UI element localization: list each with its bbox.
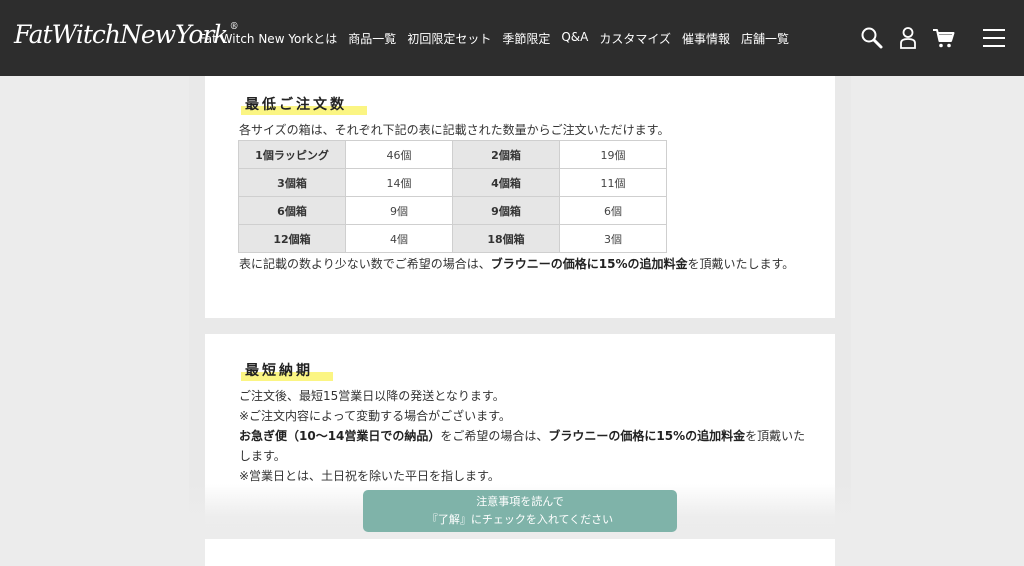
table-cell-value: 11個 bbox=[559, 168, 667, 197]
table-cell-value: 46個 bbox=[345, 140, 453, 169]
nav-item-products[interactable]: 商品一覧 bbox=[348, 30, 396, 47]
table-cell-label: 1個ラッピング bbox=[238, 140, 346, 169]
menu-icon[interactable] bbox=[980, 24, 1008, 52]
nav-item-seasonal[interactable]: 季節限定 bbox=[502, 30, 550, 47]
lead-time-line: ご注文後、最短15営業日以降の発送となります。 bbox=[239, 389, 505, 403]
read-notice-button[interactable]: 注意事項を読んで 『了解』にチェックを入れてください bbox=[363, 490, 677, 532]
table-cell-value: 3個 bbox=[559, 224, 667, 253]
lead-time-line: お急ぎ便（10〜14営業日での納品）をご希望の場合は、ブラウニーの価格に15%の… bbox=[239, 429, 806, 463]
nav-item-first-set[interactable]: 初回限定セット bbox=[407, 30, 491, 47]
nav-item-about[interactable]: Fat Witch New Yorkとは bbox=[199, 30, 337, 47]
min-order-section: 最低ご注文数 各サイズの箱は、それぞれ下記の表に記載された数量からご注文いただけ… bbox=[205, 76, 835, 318]
main-nav: Fat Witch New Yorkとは 商品一覧 初回限定セット 季節限定 Q… bbox=[199, 30, 789, 47]
nav-item-qa[interactable]: Q&A bbox=[561, 30, 588, 47]
table-row: 1個ラッピング 46個 2個箱 19個 bbox=[238, 140, 667, 169]
nav-item-customize[interactable]: カスタマイズ bbox=[599, 30, 671, 47]
nav-item-events[interactable]: 催事情報 bbox=[682, 30, 730, 47]
nav-item-stores[interactable]: 店舗一覧 bbox=[741, 30, 789, 47]
lead-time-title: 最短納期 bbox=[241, 360, 333, 381]
min-order-intro: 各サイズの箱は、それぞれ下記の表に記載された数量からご注文いただけます。 bbox=[239, 123, 670, 137]
notice-line: 『了解』にチェックを入れてください bbox=[426, 513, 614, 526]
lead-time-body: ご注文後、最短15営業日以降の発送となります。 ※ご注文内容によって変動する場合… bbox=[239, 386, 809, 486]
min-order-table: 1個ラッピング 46個 2個箱 19個 3個箱 14個 4個箱 11個 6個箱 … bbox=[238, 140, 667, 253]
main-content: 最低ご注文数 各サイズの箱は、それぞれ下記の表に記載された数量からご注文いただけ… bbox=[189, 76, 851, 566]
lead-time-line: ※営業日とは、土日祝を除いた平日を指します。 bbox=[239, 469, 500, 483]
notice-line: 注意事項を読んで bbox=[476, 495, 564, 508]
table-cell-label: 3個箱 bbox=[238, 168, 346, 197]
search-icon[interactable] bbox=[858, 24, 886, 52]
table-row: 12個箱 4個 18個箱 3個 bbox=[238, 224, 667, 253]
table-cell-label: 6個箱 bbox=[238, 196, 346, 225]
min-order-title: 最低ご注文数 bbox=[241, 94, 367, 115]
surcharge-emphasis: ブラウニーの価格に15%の追加料金 bbox=[490, 257, 688, 271]
cart-icon[interactable] bbox=[930, 24, 958, 52]
table-row: 3個箱 14個 4個箱 11個 bbox=[238, 168, 667, 197]
table-row: 6個箱 9個 9個箱 6個 bbox=[238, 196, 667, 225]
table-cell-label: 18個箱 bbox=[452, 224, 560, 253]
site-header: FatWitchNewYork ® Fat Witch New Yorkとは 商品… bbox=[0, 0, 1024, 76]
user-icon[interactable] bbox=[894, 24, 922, 52]
lead-time-line: ※ご注文内容によって変動する場合がございます。 bbox=[239, 409, 511, 423]
table-cell-label: 4個箱 bbox=[452, 168, 560, 197]
table-cell-value: 19個 bbox=[559, 140, 667, 169]
min-order-note: 表に記載の数より少ない数でご希望の場合は、ブラウニーの価格に15%の追加料金を頂… bbox=[239, 257, 795, 271]
table-cell-value: 6個 bbox=[559, 196, 667, 225]
table-cell-value: 9個 bbox=[345, 196, 453, 225]
table-cell-label: 12個箱 bbox=[238, 224, 346, 253]
table-cell-value: 14個 bbox=[345, 168, 453, 197]
table-cell-label: 9個箱 bbox=[452, 196, 560, 225]
table-cell-label: 2個箱 bbox=[452, 140, 560, 169]
table-cell-value: 4個 bbox=[345, 224, 453, 253]
header-icons bbox=[858, 24, 1008, 52]
